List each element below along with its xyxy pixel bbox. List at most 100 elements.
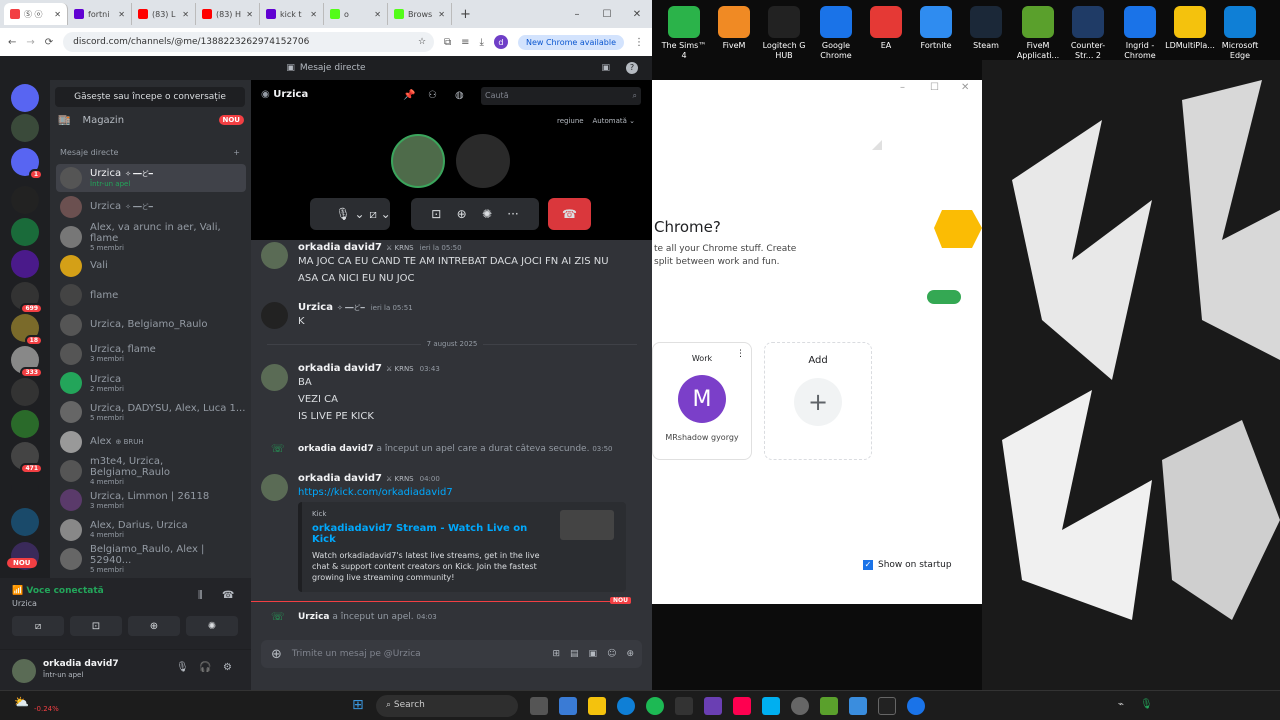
close-tab-icon[interactable]: ✕: [182, 10, 189, 19]
activities-icon[interactable]: ⊕: [457, 207, 467, 221]
gift-icon[interactable]: ⊞: [552, 649, 560, 659]
message-author[interactable]: Urzica: [298, 302, 333, 313]
sticker-icon[interactable]: ▣: [589, 649, 598, 659]
participant-tile[interactable]: [391, 134, 445, 188]
screen-share-icon[interactable]: ⊡: [431, 207, 441, 221]
profile-icon[interactable]: ◍: [455, 90, 464, 101]
message-avatar[interactable]: [261, 474, 288, 501]
server-icon[interactable]: [11, 508, 39, 536]
spotify-icon[interactable]: [646, 697, 664, 715]
activity-button[interactable]: ⊕: [128, 616, 180, 636]
server-icon[interactable]: [11, 378, 39, 406]
store-icon[interactable]: [559, 697, 577, 715]
message-composer[interactable]: ⊕ Trimite un mesaj pe @Urzica ⊞ ▤ ▣ ☺ ⊕: [261, 640, 642, 668]
task-view-icon[interactable]: [530, 697, 548, 715]
close-tab-icon[interactable]: ✕: [374, 10, 381, 19]
participant-tile[interactable]: [456, 134, 510, 188]
card-menu-icon[interactable]: ⋮: [736, 349, 745, 359]
dm-item[interactable]: Urzica 2 membri: [56, 369, 246, 397]
settings-gear-icon[interactable]: ⚙: [223, 662, 232, 673]
message-link[interactable]: https://kick.com/orkadiadavid7: [298, 484, 638, 501]
profile-avatar[interactable]: d: [493, 35, 508, 49]
browser-tab[interactable]: fortni ✕: [68, 3, 132, 25]
find-conversation-button[interactable]: Găsește sau începe o conversație: [55, 87, 245, 107]
system-author[interactable]: Urzica: [298, 612, 329, 622]
network-icon[interactable]: ⌁: [1118, 699, 1124, 710]
help-icon[interactable]: ?: [626, 62, 638, 74]
browser-tab[interactable]: Ⓢ ⓞ ✕: [4, 3, 68, 25]
region-select[interactable]: Automată: [593, 117, 627, 125]
desktop-shortcut[interactable]: Microsoft Edge: [1214, 0, 1266, 61]
apps-icon[interactable]: ⊕: [626, 649, 634, 659]
extensions-icon[interactable]: ⧉: [444, 37, 451, 48]
desktop-shortcut[interactable]: LDMultiPla...: [1164, 0, 1216, 51]
media-icon[interactable]: ≡: [461, 37, 469, 48]
desktop-shortcut[interactable]: Logitech G HUB: [758, 0, 810, 61]
taskbar-search[interactable]: ⌕ Search: [376, 695, 518, 717]
hang-up-button[interactable]: ☎: [548, 198, 591, 230]
forward-icon[interactable]: →: [26, 37, 34, 48]
message-avatar[interactable]: [261, 364, 288, 391]
back-icon[interactable]: ←: [8, 37, 16, 48]
server-icon[interactable]: 471: [11, 442, 43, 474]
settings-icon[interactable]: [849, 697, 867, 715]
dm-item[interactable]: m3te4, Urzica, Belgiamo_Raulo 4 membri: [56, 456, 246, 486]
dm-item[interactable]: Vali: [56, 252, 246, 280]
reload-icon[interactable]: ⟳: [45, 37, 53, 48]
soundboard-button[interactable]: ✺: [186, 616, 238, 636]
app-icon[interactable]: [820, 697, 838, 715]
browser-tab[interactable]: kick t ✕: [260, 3, 324, 25]
dm-item[interactable]: Alex, va arunc in aer, Vali, flame 5 memb…: [56, 222, 246, 252]
message-avatar[interactable]: [261, 242, 288, 269]
inbox-icon[interactable]: ▣: [601, 63, 610, 73]
server-icon[interactable]: [11, 476, 39, 504]
new-chrome-button[interactable]: New Chrome available: [517, 34, 624, 50]
video-toggle[interactable]: ⧄ ⌄: [359, 198, 401, 230]
dm-item[interactable]: Urzica ✧ ━━ど━: [56, 193, 246, 221]
new-tab-button[interactable]: +: [460, 7, 471, 22]
server-icon[interactable]: [11, 250, 39, 278]
desktop-shortcut[interactable]: Google Chrome: [810, 0, 862, 61]
tiktok-icon[interactable]: [733, 697, 751, 715]
embed-title[interactable]: orkadiadavid7 Stream - Watch Live on Kic…: [312, 523, 552, 545]
server-icon[interactable]: 333: [11, 346, 43, 378]
app-icon[interactable]: [791, 697, 809, 715]
close-tab-icon[interactable]: ✕: [438, 10, 445, 19]
attach-icon[interactable]: ⊕: [271, 647, 282, 662]
desktop-shortcut[interactable]: Steam: [960, 0, 1012, 51]
file-explorer-icon[interactable]: [588, 697, 606, 715]
close-button[interactable]: ✕: [961, 82, 969, 93]
headphones-icon[interactable]: 🎧: [199, 662, 211, 673]
noise-suppression-icon[interactable]: ⫼: [198, 590, 203, 601]
disconnect-icon[interactable]: ☎: [222, 590, 234, 601]
browser-tab[interactable]: (83) H ✕: [196, 3, 260, 25]
message-avatar[interactable]: [261, 302, 288, 329]
camera-button[interactable]: ⧄: [12, 616, 64, 636]
maximize-button[interactable]: ☐: [930, 82, 939, 93]
desktop-shortcut[interactable]: Ingrid - Chrome: [1114, 0, 1166, 61]
add-profile-card[interactable]: Add +: [764, 342, 872, 460]
desktop-shortcut[interactable]: Counter-Str... 2: [1062, 0, 1114, 61]
more-icon[interactable]: ···: [507, 207, 518, 221]
server-icon[interactable]: 18: [11, 314, 43, 346]
dm-item[interactable]: Urzica, flame 3 membri: [56, 340, 246, 368]
discord-taskbar-icon[interactable]: [704, 697, 722, 715]
new-server-badge[interactable]: NOU: [7, 558, 37, 568]
close-window-button[interactable]: ✕: [622, 9, 652, 20]
browser-tab[interactable]: Brows ✕: [388, 3, 452, 25]
download-icon[interactable]: ⤓: [480, 37, 484, 48]
minimize-button[interactable]: –: [900, 82, 905, 93]
close-tab-icon[interactable]: ✕: [54, 10, 61, 19]
server-icon[interactable]: 1: [11, 148, 43, 180]
close-tab-icon[interactable]: ✕: [310, 10, 317, 19]
add-friends-icon[interactable]: ⚇: [428, 90, 437, 101]
dm-item[interactable]: Belgiamo_Raulo, Alex | 52940... 5 membri: [56, 544, 246, 574]
url-field[interactable]: discord.com/channels/@me/138822326297415…: [63, 32, 435, 52]
browser-tab[interactable]: (83) L ✕: [132, 3, 196, 25]
profile-card[interactable]: Work ⋮ M MRshadow gyorgy: [652, 342, 752, 460]
close-tab-icon[interactable]: ✕: [246, 10, 253, 19]
terminal-icon[interactable]: [878, 697, 896, 715]
mic-tray-icon[interactable]: 🎙: [1140, 699, 1153, 710]
desktop-shortcut[interactable]: The Sims™ 4: [658, 0, 710, 61]
server-icon[interactable]: [11, 410, 39, 438]
